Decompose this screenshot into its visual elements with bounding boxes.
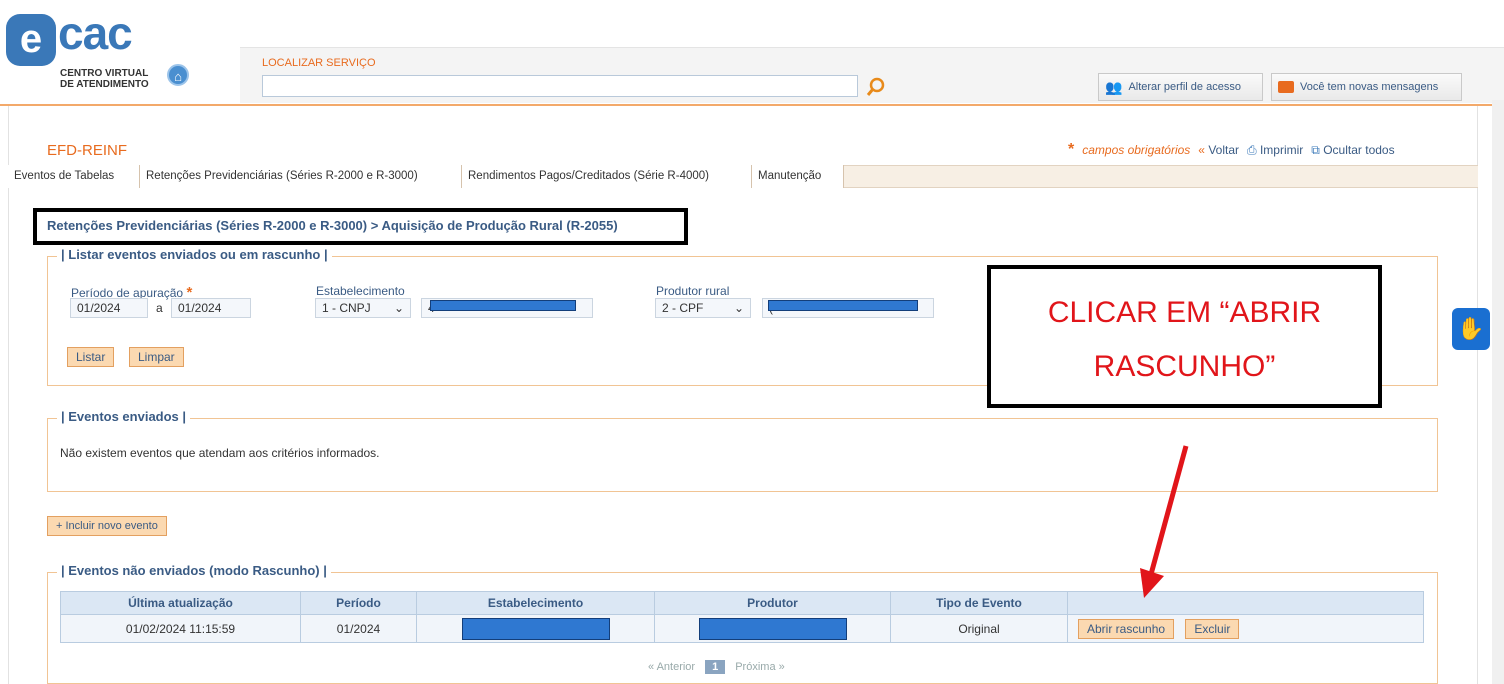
collapse-icon: ⧉ (1311, 142, 1320, 157)
filter-legend: | Listar eventos enviados ou em rascunho… (57, 247, 332, 262)
col-estabelecimento: Estabelecimento (416, 591, 655, 615)
redaction-mask (461, 617, 610, 640)
mensagens-label: Você tem novas mensagens (1300, 81, 1439, 93)
col-periodo: Período (300, 591, 417, 615)
breadcrumb: Retenções Previdenciárias (Séries R-2000… (47, 218, 618, 233)
sign-language-icon[interactable]: ✋ (1452, 308, 1490, 350)
chevron-down-icon: ⌄ (733, 301, 744, 315)
pager-current[interactable]: 1 (705, 660, 726, 674)
chevron-down-icon: ⌄ (393, 301, 404, 315)
enviados-legend: | Eventos enviados | (57, 409, 191, 424)
redaction-mask (698, 617, 847, 640)
col-ultima-atualizacao: Última atualização (60, 591, 301, 615)
tab-rendimentos-pagos[interactable]: Rendimentos Pagos/Creditados (Série R-40… (462, 165, 752, 188)
red-arrow-icon (1140, 445, 1189, 598)
estabelecimento-tipo-select[interactable]: 1 - CNPJ ⌄ (315, 298, 411, 318)
search-input[interactable] (262, 75, 858, 97)
users-icon: 👥 (1105, 78, 1123, 95)
cell-tipo: Original (890, 614, 1068, 643)
required-star: * (1068, 141, 1075, 158)
logo-text: cac (58, 7, 133, 59)
excluir-button[interactable]: Excluir (1185, 618, 1240, 639)
cell-acoes: Abrir rascunho Excluir (1067, 614, 1424, 643)
logo-subtitle: CENTRO VIRTUAL DE ATENDIMENTO (60, 68, 149, 90)
tab-manutencao[interactable]: Manutenção (752, 165, 844, 188)
redaction-mask (768, 300, 918, 311)
pager-next[interactable]: Próxima » (735, 661, 785, 673)
rascunho-table: Última atualização Período Estabelecimen… (60, 591, 1424, 643)
tab-eventos-tabelas[interactable]: Eventos de Tabelas (8, 165, 140, 188)
table-row: 01/02/2024 11:15:59 01/2024 Original Abr… (60, 614, 1424, 643)
ecac-logo-icon: e (6, 14, 56, 66)
pagination: « Anterior 1 Próxima » (648, 660, 785, 674)
redaction-mask (430, 300, 576, 311)
periodo-separator: a (156, 301, 163, 315)
rascunho-legend: | Eventos não enviados (modo Rascunho) | (57, 563, 331, 578)
estabelecimento-tipo-value: 1 - CNPJ (322, 301, 371, 315)
back-link[interactable]: « Voltar (1198, 143, 1239, 157)
back-label: Voltar (1208, 143, 1240, 157)
incluir-evento-button[interactable]: + Incluir novo evento (47, 516, 167, 536)
logo-subtitle-line2: DE ATENDIMENTO (60, 79, 149, 90)
periodo-fim-input[interactable]: 01/2024 (171, 298, 251, 318)
page-tools: * campos obrigatórios « Voltar ⎙ Imprimi… (1068, 141, 1395, 159)
mensagens-button[interactable]: Você tem novas mensagens (1271, 73, 1462, 101)
back-icon: « (1198, 143, 1205, 157)
enviados-empty-message: Não existem eventos que atendam aos crit… (60, 446, 380, 460)
home-icon[interactable]: ⌂ (167, 64, 189, 86)
logo-subtitle-line1: CENTRO VIRTUAL (60, 68, 149, 79)
estabelecimento-label: Estabelecimento (316, 284, 405, 298)
print-link[interactable]: ⎙ Imprimir (1247, 143, 1303, 158)
required-note: campos obrigatórios (1082, 143, 1191, 157)
cell-estabelecimento (416, 614, 655, 643)
svg-text:e: e (20, 17, 42, 61)
instruction-line2: RASCUNHO” (1093, 350, 1276, 383)
produtor-label: Produtor rural (656, 284, 730, 298)
alterar-perfil-button[interactable]: 👥 Alterar perfil de acesso (1098, 73, 1263, 101)
cell-periodo: 01/2024 (300, 614, 417, 643)
tab-retencoes-previdenciarias[interactable]: Retenções Previdenciárias (Séries R-2000… (140, 165, 462, 188)
hide-all-label: Ocultar todos (1323, 142, 1395, 157)
cell-atualizacao: 01/02/2024 11:15:59 (60, 614, 301, 643)
scrollbar[interactable] (1492, 100, 1504, 684)
pager-prev[interactable]: « Anterior (648, 661, 695, 673)
limpar-button[interactable]: Limpar (129, 347, 184, 367)
instruction-line1: CLICAR EM “ABRIR (1047, 296, 1322, 329)
page-title: EFD-REINF (47, 142, 127, 159)
hide-all-link[interactable]: ⧉ Ocultar todos (1311, 143, 1394, 158)
table-header-row: Última atualização Período Estabelecimen… (60, 591, 1424, 615)
instruction-text: CLICAR EM “ABRIR RASCUNHO” (991, 286, 1378, 394)
periodo-inicio-input[interactable]: 01/2024 (70, 298, 148, 318)
mail-icon (1278, 81, 1294, 93)
printer-icon: ⎙ (1247, 142, 1257, 157)
col-produtor: Produtor (654, 591, 891, 615)
listar-button[interactable]: Listar (67, 347, 115, 367)
search-icon[interactable] (866, 77, 886, 97)
col-tipo-evento: Tipo de Evento (890, 591, 1068, 615)
produtor-tipo-select[interactable]: 2 - CPF ⌄ (655, 298, 751, 318)
abrir-rascunho-button[interactable]: Abrir rascunho (1078, 618, 1175, 639)
alterar-perfil-label: Alterar perfil de acesso (1128, 81, 1241, 93)
cell-produtor (654, 614, 891, 643)
produtor-tipo-value: 2 - CPF (662, 301, 704, 315)
print-label: Imprimir (1259, 142, 1304, 157)
search-label: LOCALIZAR SERVIÇO (262, 57, 376, 69)
col-acoes (1067, 591, 1424, 615)
